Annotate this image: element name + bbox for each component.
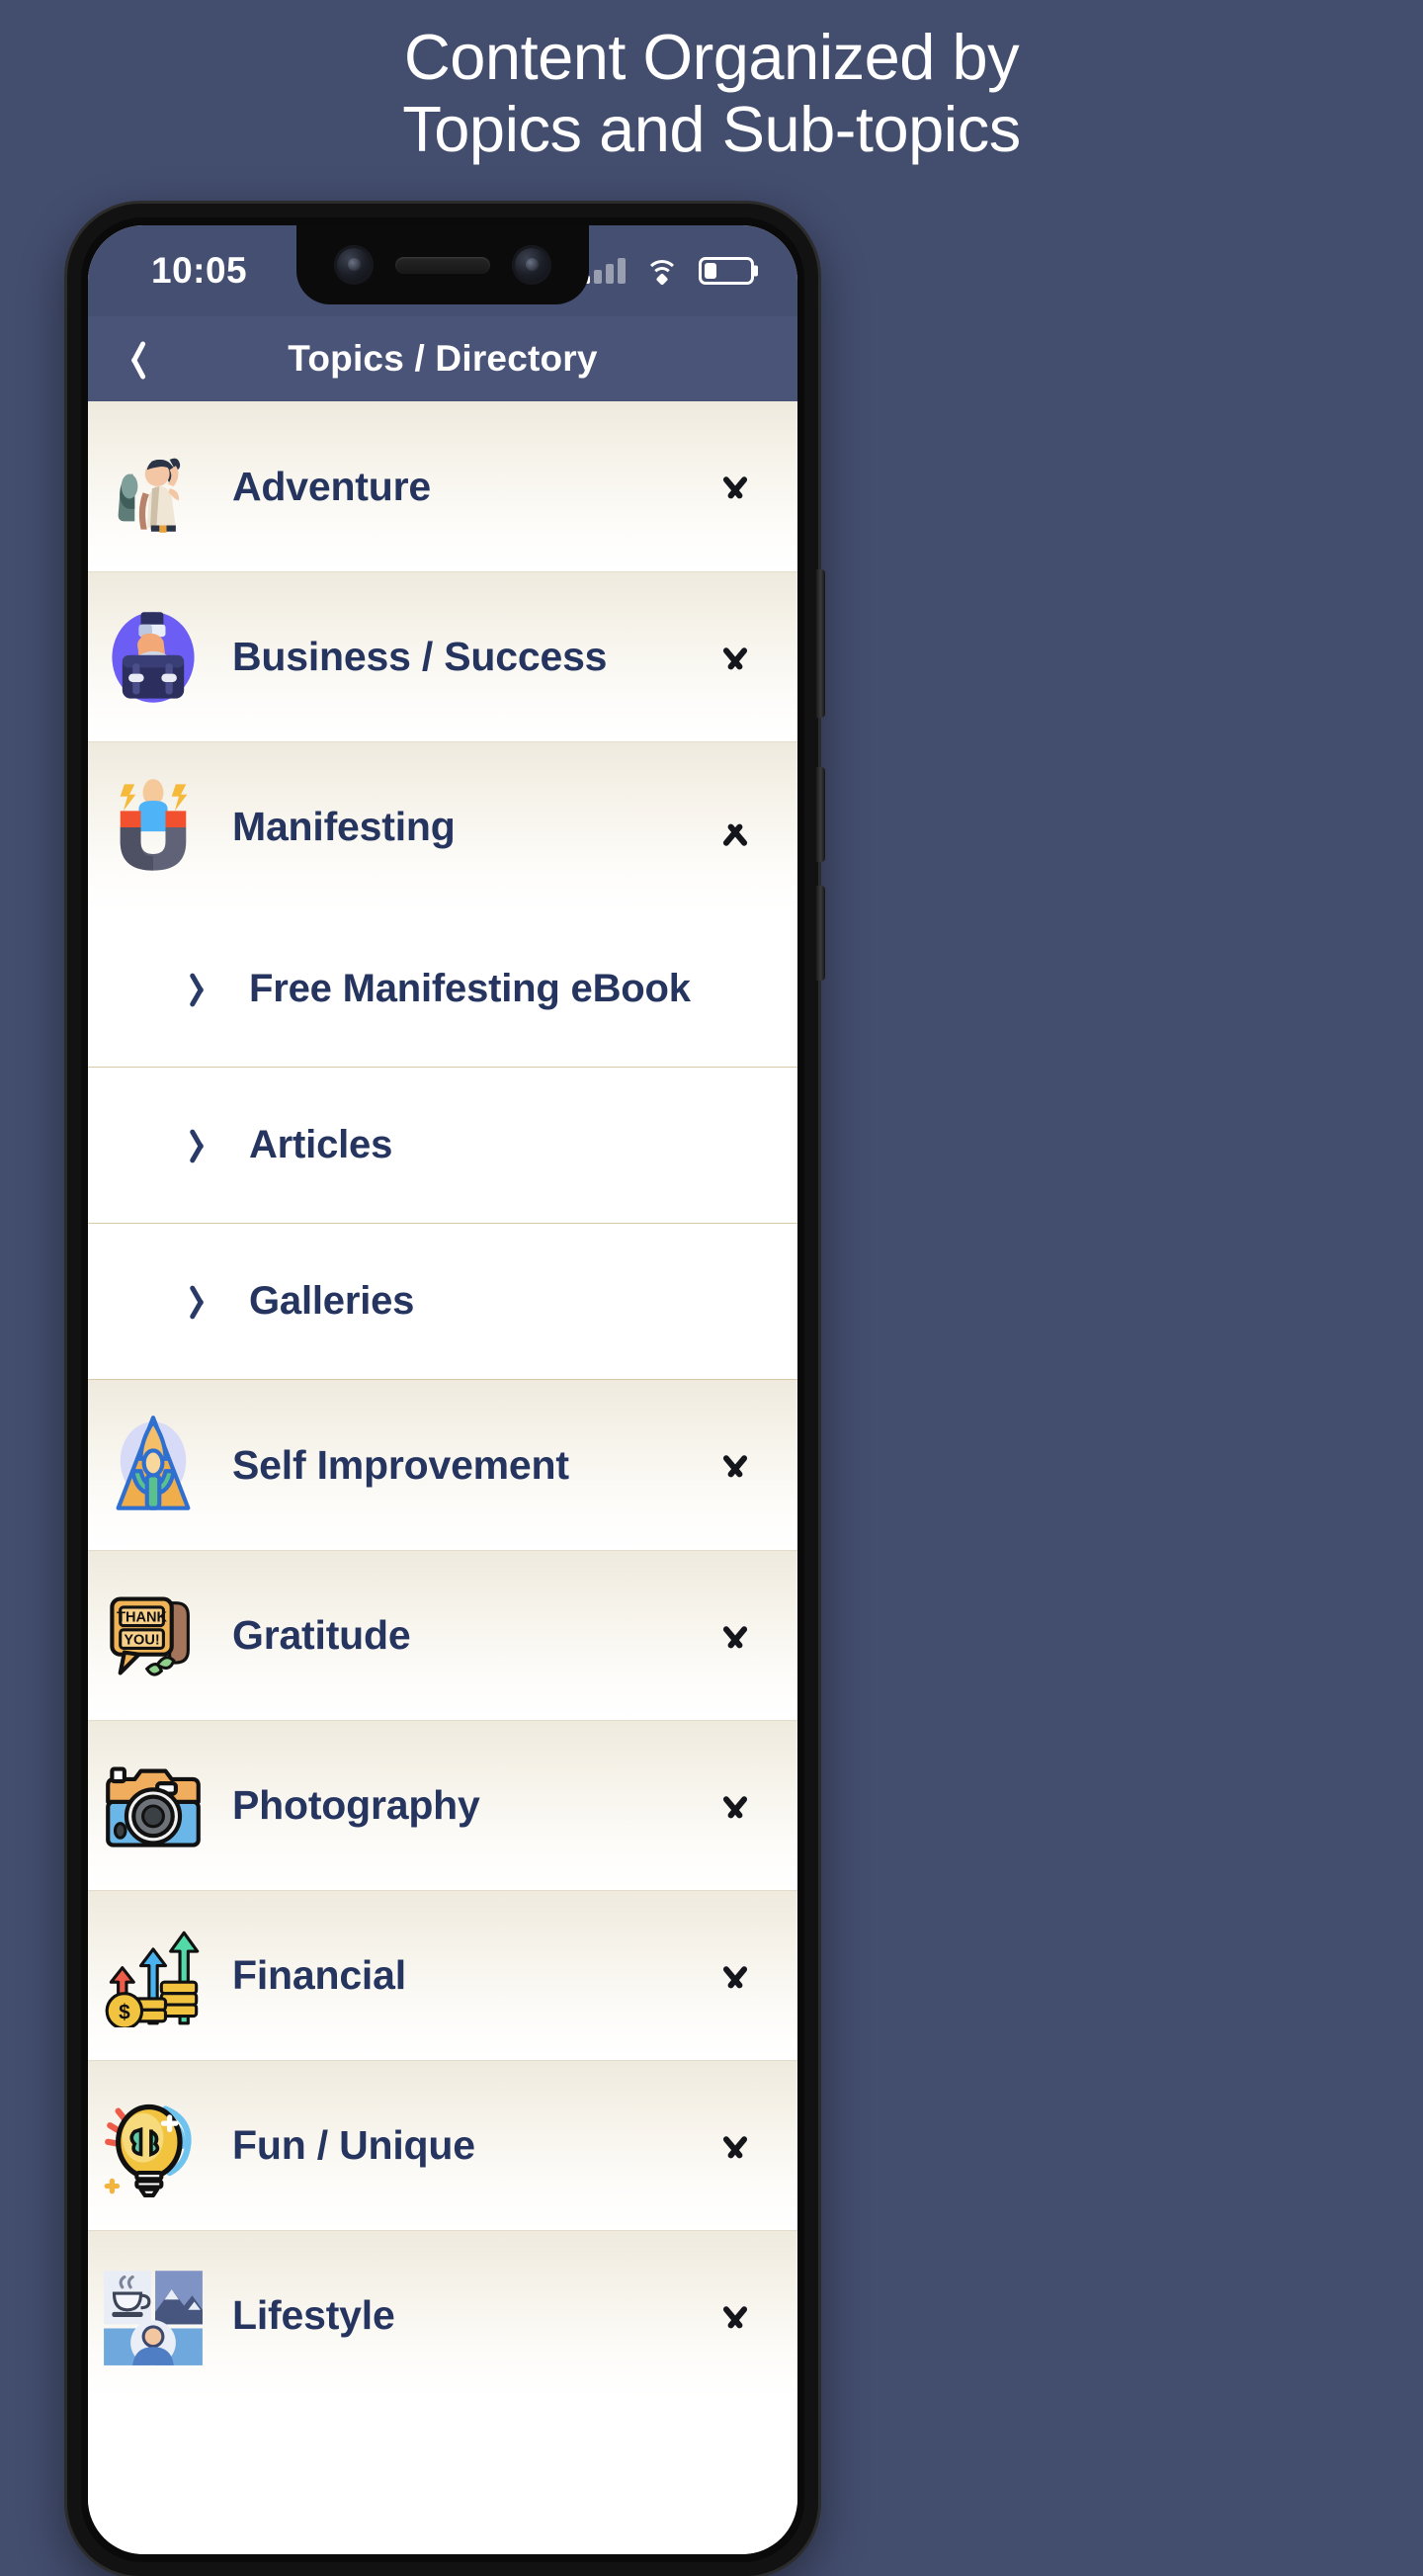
topic-row-manifesting[interactable]: Manifesting bbox=[88, 741, 797, 911]
app-nav-bar: Topics / Directory bbox=[88, 316, 797, 401]
phone-bezel: 10:05 Topics / Directory Adventure Busin… bbox=[81, 217, 804, 2562]
topic-row-business-success[interactable]: Business / Success bbox=[88, 571, 797, 741]
chevron-down-icon[interactable] bbox=[712, 1442, 758, 1488]
topic-label: Self Improvement bbox=[232, 1441, 569, 1488]
svg-text:$: $ bbox=[119, 2001, 130, 2023]
status-bar-clock: 10:05 bbox=[151, 250, 248, 291]
battery-low-icon bbox=[699, 257, 754, 285]
magnet-icon bbox=[102, 776, 205, 879]
topic-row-self-improvement[interactable]: Self Improvement bbox=[88, 1380, 797, 1550]
svg-text:YOU!: YOU! bbox=[124, 1632, 159, 1648]
chevron-down-icon[interactable] bbox=[712, 2123, 758, 2169]
subtopic-row-galleries[interactable]: Galleries bbox=[88, 1224, 797, 1380]
power-button[interactable] bbox=[816, 569, 825, 718]
growth-coins-icon: $ bbox=[102, 1925, 205, 2027]
briefcase-icon bbox=[102, 606, 205, 709]
topic-label: Financial bbox=[232, 1952, 406, 1998]
promo-heading: Content Organized by Topics and Sub-topi… bbox=[0, 0, 1423, 166]
earpiece-speaker bbox=[395, 256, 490, 274]
topics-list[interactable]: Adventure Business / Success Manifesting… bbox=[88, 401, 797, 2554]
topic-row-photography[interactable]: Photography bbox=[88, 1720, 797, 1890]
topic-row-fun-unique[interactable]: Fun / Unique bbox=[88, 2060, 797, 2230]
svg-text:THANK: THANK bbox=[117, 1609, 167, 1625]
chevron-right-icon bbox=[192, 1126, 217, 1165]
topic-label: Photography bbox=[232, 1782, 480, 1828]
thank-you-note-icon: THANK YOU! bbox=[102, 1585, 205, 1687]
promo-heading-line-1: Content Organized by bbox=[403, 21, 1020, 93]
front-camera-secondary-icon bbox=[512, 245, 551, 285]
promo-heading-line-2: Topics and Sub-topics bbox=[402, 92, 1021, 165]
status-bar-icons bbox=[582, 257, 754, 286]
phone-device-frame: 10:05 Topics / Directory Adventure Busin… bbox=[67, 204, 825, 2576]
topic-label: Gratitude bbox=[232, 1612, 411, 1658]
rocket-person-icon bbox=[102, 1414, 205, 1516]
subtopic-label: Articles bbox=[249, 1123, 393, 1166]
chevron-right-icon bbox=[192, 1282, 217, 1322]
volume-up-button[interactable] bbox=[816, 767, 825, 862]
topic-label: Fun / Unique bbox=[232, 2122, 475, 2168]
subtopic-label: Free Manifesting eBook bbox=[249, 967, 691, 1010]
lifestyle-photo-icon bbox=[102, 2265, 205, 2367]
hiker-icon bbox=[102, 435, 205, 538]
subtopic-row-articles[interactable]: Articles bbox=[88, 1068, 797, 1224]
topic-row-gratitude[interactable]: THANK YOU! Gratitude bbox=[88, 1550, 797, 1720]
topic-row-lifestyle[interactable]: Lifestyle bbox=[88, 2230, 797, 2400]
volume-down-button[interactable] bbox=[816, 886, 825, 981]
topic-label: Lifestyle bbox=[232, 2292, 395, 2338]
phone-notch bbox=[296, 225, 589, 304]
chevron-right-icon bbox=[192, 970, 217, 1009]
subtopic-row-free-manifesting-ebook[interactable]: Free Manifesting eBook bbox=[88, 911, 797, 1068]
chevron-down-icon[interactable] bbox=[712, 1783, 758, 1829]
chevron-down-icon[interactable] bbox=[712, 635, 758, 680]
topic-label: Manifesting bbox=[232, 804, 456, 849]
page-title: Topics / Directory bbox=[288, 338, 598, 379]
subtopic-label: Galleries bbox=[249, 1279, 415, 1323]
front-camera-icon bbox=[334, 245, 374, 285]
topic-row-adventure[interactable]: Adventure bbox=[88, 401, 797, 571]
chevron-left-icon bbox=[125, 339, 146, 379]
chevron-down-icon[interactable] bbox=[712, 2293, 758, 2339]
topic-label: Business / Success bbox=[232, 634, 608, 679]
camera-icon bbox=[102, 1755, 205, 1857]
wifi-icon bbox=[645, 258, 679, 286]
topic-label: Adventure bbox=[232, 463, 431, 509]
chevron-down-icon[interactable] bbox=[712, 464, 758, 509]
topic-row-financial[interactable]: $ Financial bbox=[88, 1890, 797, 2060]
lightbulb-brain-icon bbox=[102, 2095, 205, 2197]
chevron-down-icon[interactable] bbox=[712, 1953, 758, 1999]
phone-screen: 10:05 Topics / Directory Adventure Busin… bbox=[88, 225, 797, 2554]
chevron-up-icon[interactable] bbox=[712, 805, 758, 850]
chevron-down-icon[interactable] bbox=[712, 1613, 758, 1659]
